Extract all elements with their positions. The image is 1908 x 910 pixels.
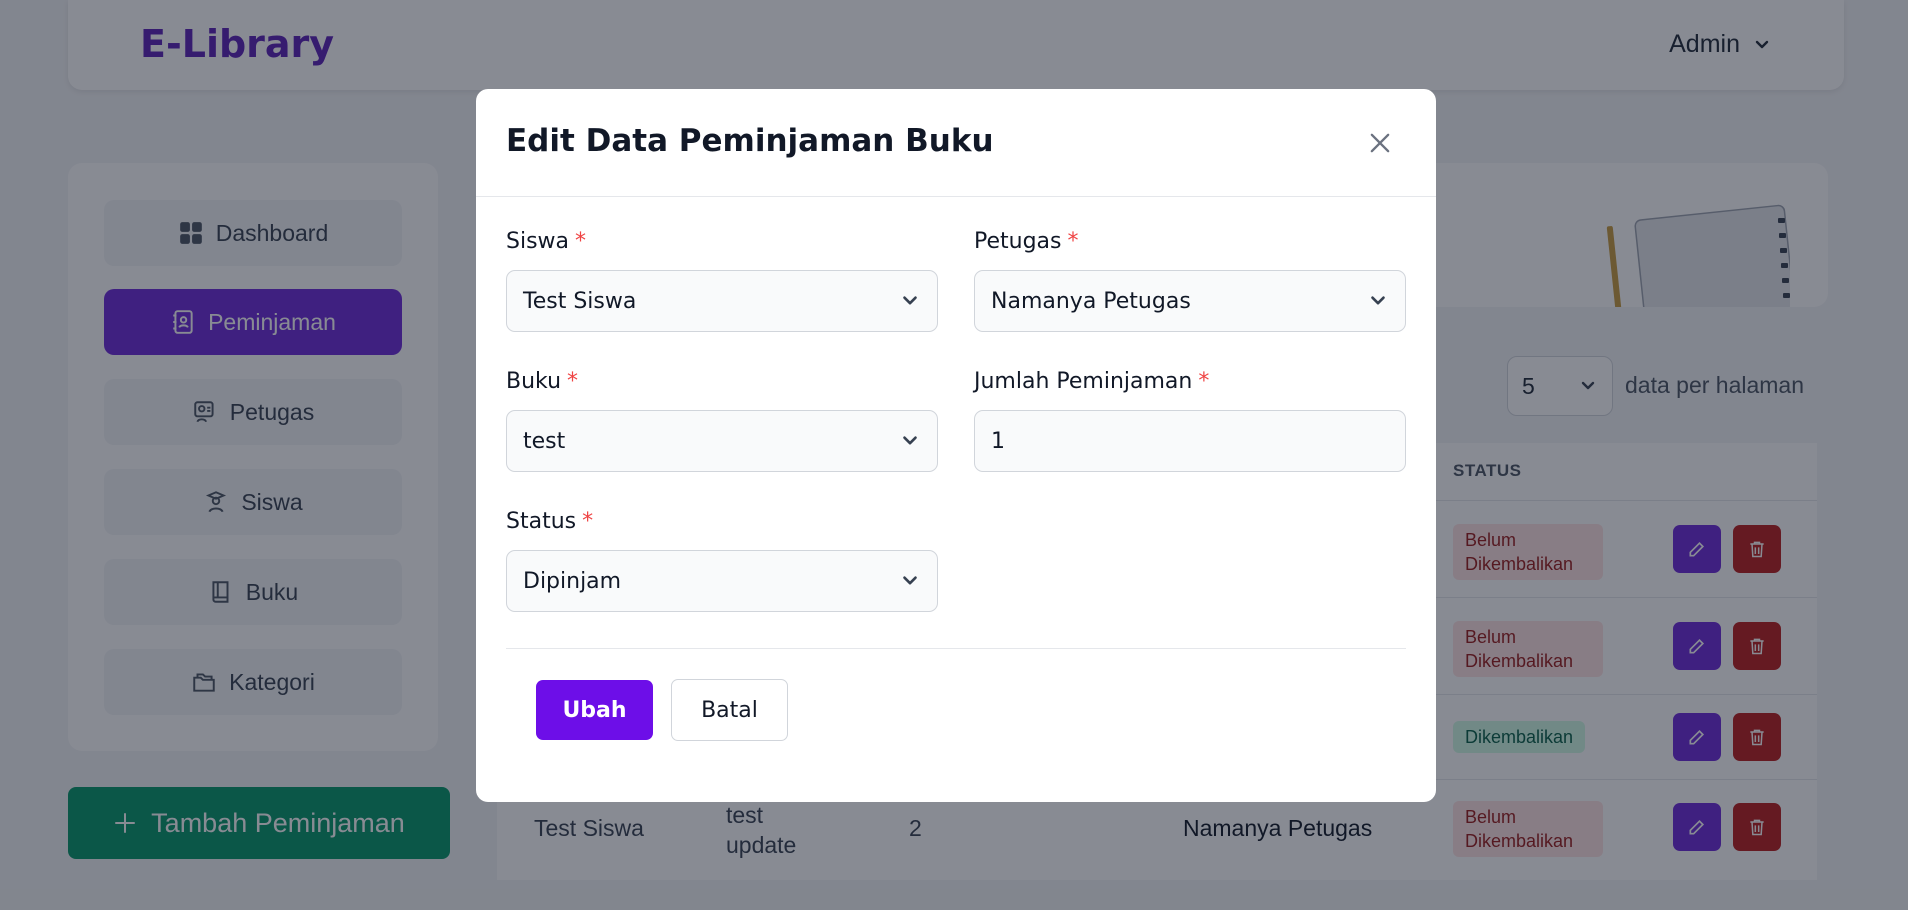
jumlah-label: Jumlah Peminjaman * (974, 369, 1210, 394)
required-marker: * (575, 229, 587, 254)
siswa-label: Siswa * (506, 229, 587, 254)
chevron-down-icon (903, 296, 917, 305)
required-marker: * (1198, 369, 1210, 394)
ubah-button[interactable]: Ubah (536, 680, 653, 740)
required-marker: * (582, 509, 594, 534)
buku-select[interactable]: test (506, 410, 938, 472)
required-marker: * (567, 369, 579, 394)
chevron-down-icon (1371, 296, 1385, 305)
buku-label: Buku * (506, 369, 579, 394)
petugas-select-value: Namanya Petugas (991, 288, 1191, 314)
close-icon[interactable] (1366, 129, 1394, 157)
siswa-select[interactable]: Test Siswa (506, 270, 938, 332)
required-marker: * (1067, 229, 1079, 254)
status-select[interactable]: Dipinjam (506, 550, 938, 612)
petugas-select[interactable]: Namanya Petugas (974, 270, 1406, 332)
status-select-value: Dipinjam (523, 568, 622, 594)
modal-header: Edit Data Peminjaman Buku (476, 89, 1436, 197)
chevron-down-icon (903, 436, 917, 445)
edit-peminjaman-modal: Edit Data Peminjaman Buku Siswa * Test Si… (476, 89, 1436, 802)
jumlah-input-value: 1 (991, 428, 1005, 454)
modal-divider (506, 648, 1406, 649)
petugas-label: Petugas * (974, 229, 1079, 254)
chevron-down-icon (903, 576, 917, 585)
status-label: Status * (506, 509, 594, 534)
jumlah-input[interactable]: 1 (974, 410, 1406, 472)
buku-select-value: test (523, 428, 566, 454)
modal-title: Edit Data Peminjaman Buku (506, 123, 994, 159)
siswa-select-value: Test Siswa (523, 288, 637, 314)
batal-button[interactable]: Batal (671, 679, 788, 741)
